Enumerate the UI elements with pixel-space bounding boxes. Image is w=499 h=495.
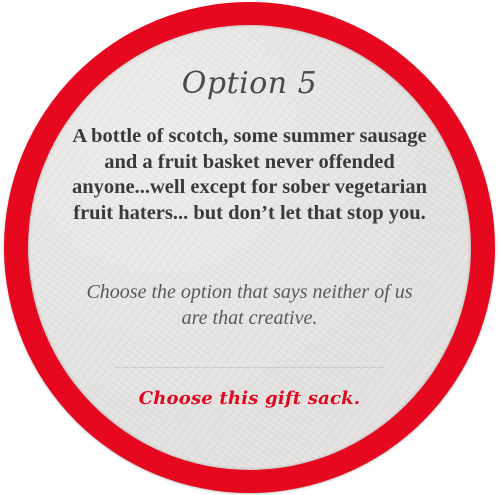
option-subtitle: Choose the option that says neither of u… [86,281,413,329]
choose-gift-link[interactable]: Choose this gift sack. [0,388,499,409]
option-title: Option 5 [181,66,318,101]
dotted-divider [115,367,384,368]
gift-option-badge: Option 5 A bottle of scotch, some summer… [0,0,499,495]
option-description: A bottle of scotch, some summer sausage … [71,125,428,224]
